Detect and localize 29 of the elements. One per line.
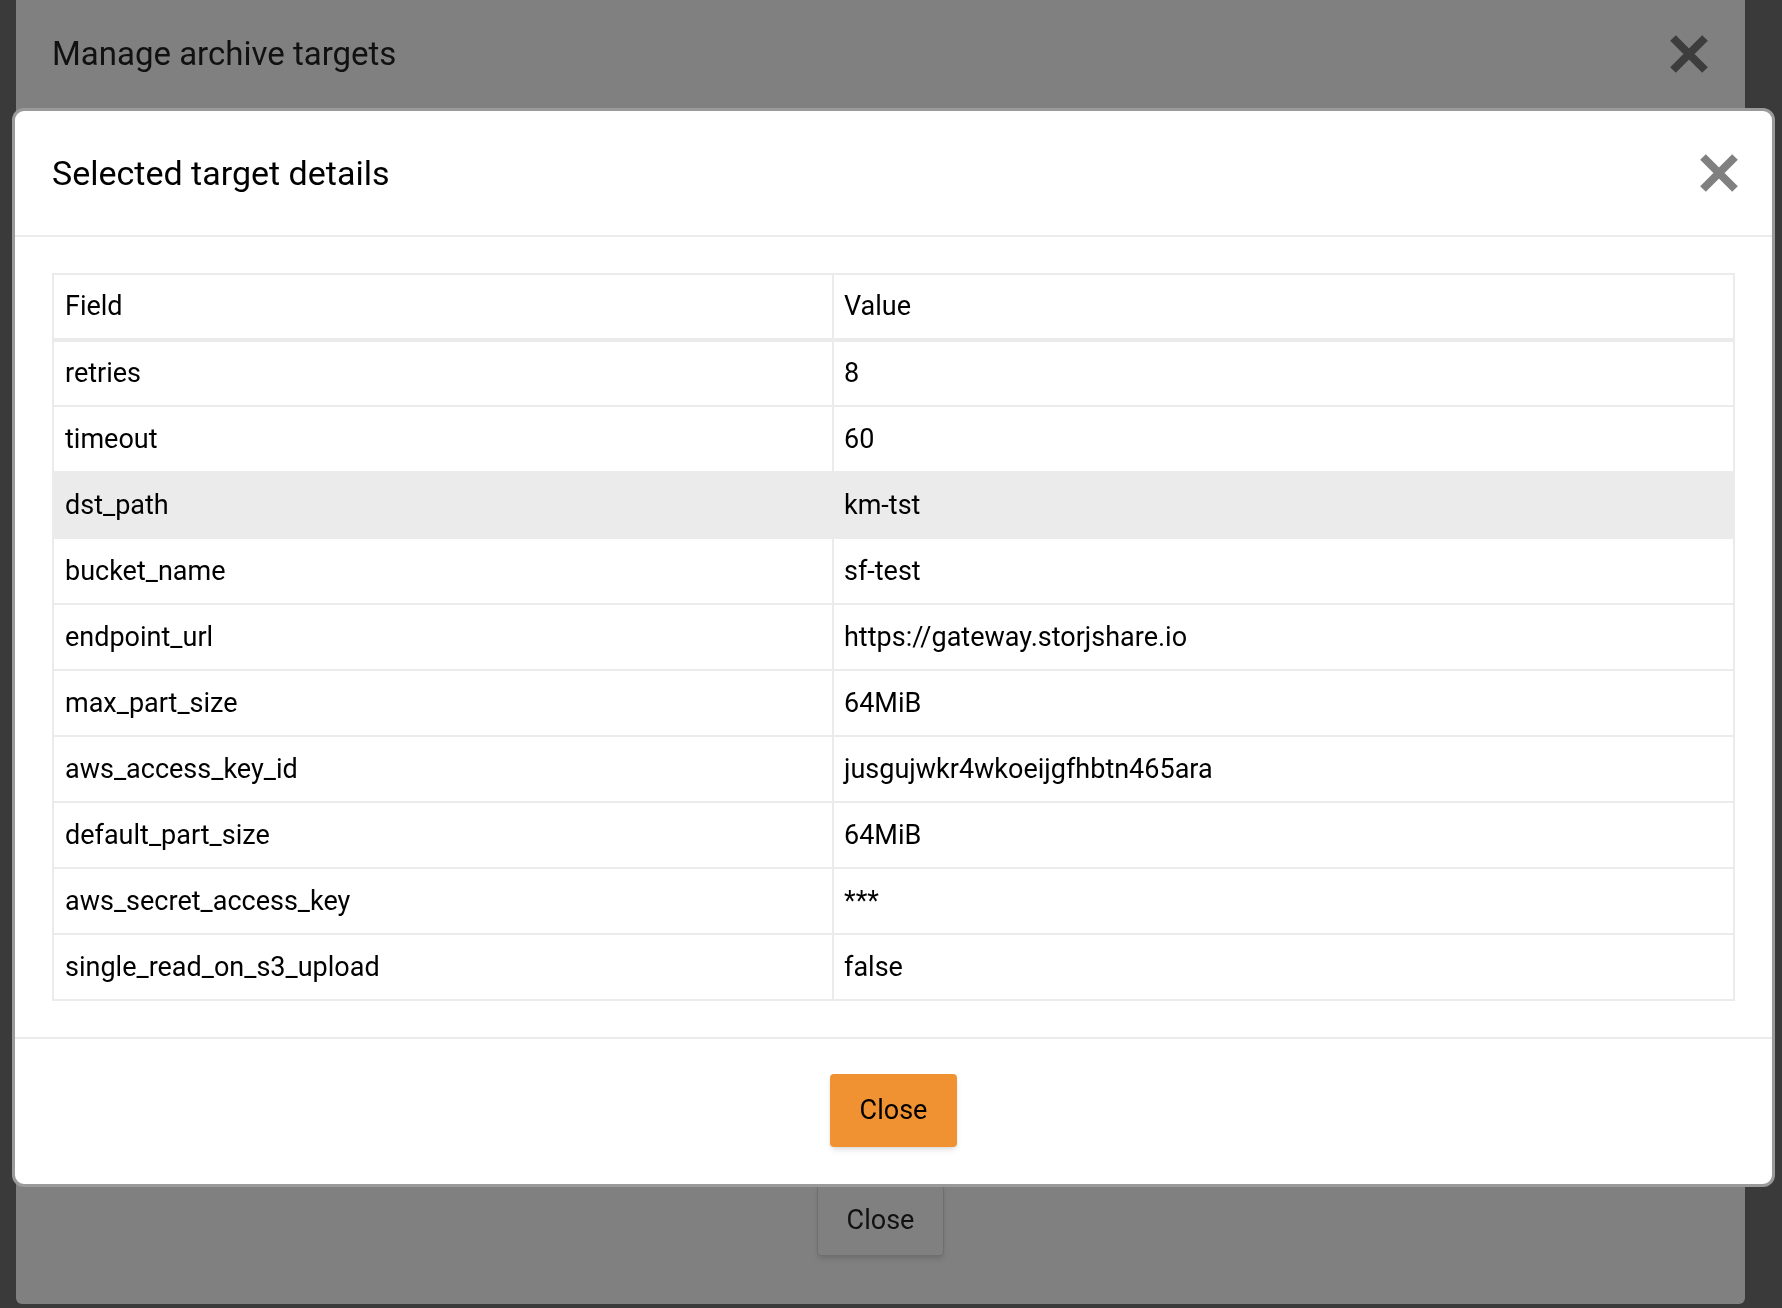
dialog-title: Selected target details [52, 151, 390, 195]
close-button[interactable]: Close [817, 1185, 944, 1256]
table-row[interactable]: aws_access_key_id jusgujwkr4wkoeijgfhbtn465ara [53, 736, 1734, 802]
close-button[interactable]: Close [830, 1074, 957, 1147]
column-header: Field [53, 274, 833, 340]
value-cell: false [833, 934, 1734, 1000]
table-row[interactable]: default_part_size 64MiB [53, 802, 1734, 868]
value-cell: km-tst [833, 472, 1734, 538]
table-row[interactable]: single_read_on_s3_upload false [53, 934, 1734, 1000]
value-cell: 64MiB [833, 802, 1734, 868]
value-cell: 8 [833, 340, 1734, 406]
value-cell: https://gateway.storjshare.io [833, 604, 1734, 670]
close-icon[interactable] [1669, 34, 1709, 74]
value-cell: 64MiB [833, 670, 1734, 736]
field-cell: single_read_on_s3_upload [53, 934, 833, 1000]
table-row[interactable]: dst_path km-tst [53, 472, 1734, 538]
table-row[interactable]: timeout 60 [53, 406, 1734, 472]
value-cell: 60 [833, 406, 1734, 472]
table-row[interactable]: endpoint_url https://gateway.storjshare.io [53, 604, 1734, 670]
outer-dialog-title: Manage archive targets [52, 33, 397, 76]
close-icon[interactable] [1699, 153, 1739, 193]
value-cell: sf-test [833, 538, 1734, 604]
table-row[interactable]: max_part_size 64MiB [53, 670, 1734, 736]
column-header: Value [833, 274, 1734, 340]
value-cell: *** [833, 868, 1734, 934]
table-row[interactable]: retries 8 [53, 340, 1734, 406]
table-row[interactable]: bucket_name sf-test [53, 538, 1734, 604]
value-cell: jusgujwkr4wkoeijgfhbtn465ara [833, 736, 1734, 802]
table-row[interactable]: aws_secret_access_key *** [53, 868, 1734, 934]
